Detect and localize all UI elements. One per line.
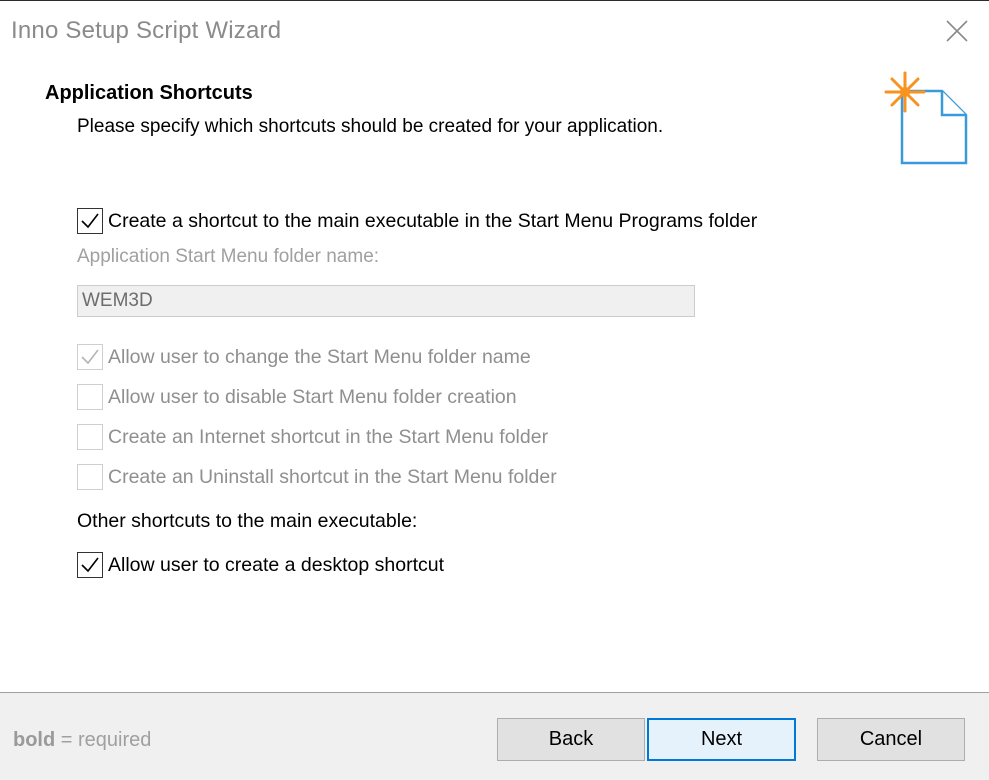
allow-change-folder-option[interactable]: Allow user to change the Start Menu fold…	[77, 343, 531, 371]
start-menu-shortcut-checkbox[interactable]	[77, 208, 103, 234]
desktop-shortcut-label: Allow user to create a desktop shortcut	[108, 553, 445, 576]
allow-disable-folder-checkbox[interactable]	[77, 384, 103, 410]
allow-disable-folder-option[interactable]: Allow user to disable Start Menu folder …	[77, 383, 517, 411]
uninstall-shortcut-label: Create an Uninstall shortcut in the Star…	[108, 465, 557, 488]
back-button[interactable]: Back	[497, 718, 645, 761]
desktop-shortcut-option[interactable]: Allow user to create a desktop shortcut	[77, 551, 444, 579]
required-legend-bold: bold	[13, 729, 56, 751]
close-button[interactable]	[936, 11, 978, 51]
folder-name-label: Application Start Menu folder name:	[77, 246, 380, 267]
wizard-window: Inno Setup Script Wizard Application Sho…	[0, 0, 989, 780]
uninstall-shortcut-option[interactable]: Create an Uninstall shortcut in the Star…	[77, 463, 557, 491]
close-icon	[946, 20, 968, 42]
required-legend-text: = required	[55, 729, 152, 751]
checkmark-icon	[81, 349, 99, 365]
folder-name-input[interactable]: WEM3D	[77, 285, 695, 317]
internet-shortcut-label: Create an Internet shortcut in the Start…	[108, 425, 549, 448]
desktop-shortcut-checkbox[interactable]	[77, 552, 103, 578]
checkmark-icon	[81, 557, 99, 573]
internet-shortcut-option[interactable]: Create an Internet shortcut in the Start…	[77, 423, 548, 451]
page-subtitle: Please specify which shortcuts should be…	[77, 116, 664, 137]
required-legend: bold = required	[13, 729, 151, 752]
new-document-icon	[884, 71, 968, 165]
allow-change-folder-label: Allow user to change the Start Menu fold…	[108, 345, 531, 368]
start-menu-shortcut-label: Create a shortcut to the main executable…	[108, 209, 758, 232]
allow-change-folder-checkbox[interactable]	[77, 344, 103, 370]
other-shortcuts-label: Other shortcuts to the main executable:	[77, 510, 418, 532]
uninstall-shortcut-checkbox[interactable]	[77, 464, 103, 490]
page-title: Application Shortcuts	[45, 82, 253, 104]
checkmark-icon	[81, 213, 99, 229]
next-button[interactable]: Next	[647, 718, 796, 761]
internet-shortcut-checkbox[interactable]	[77, 424, 103, 450]
cancel-button[interactable]: Cancel	[817, 718, 965, 761]
start-menu-shortcut-option[interactable]: Create a shortcut to the main executable…	[77, 207, 757, 235]
allow-disable-folder-label: Allow user to disable Start Menu folder …	[108, 385, 517, 408]
title-bar: Inno Setup Script Wizard	[0, 1, 989, 61]
window-title: Inno Setup Script Wizard	[11, 17, 282, 44]
